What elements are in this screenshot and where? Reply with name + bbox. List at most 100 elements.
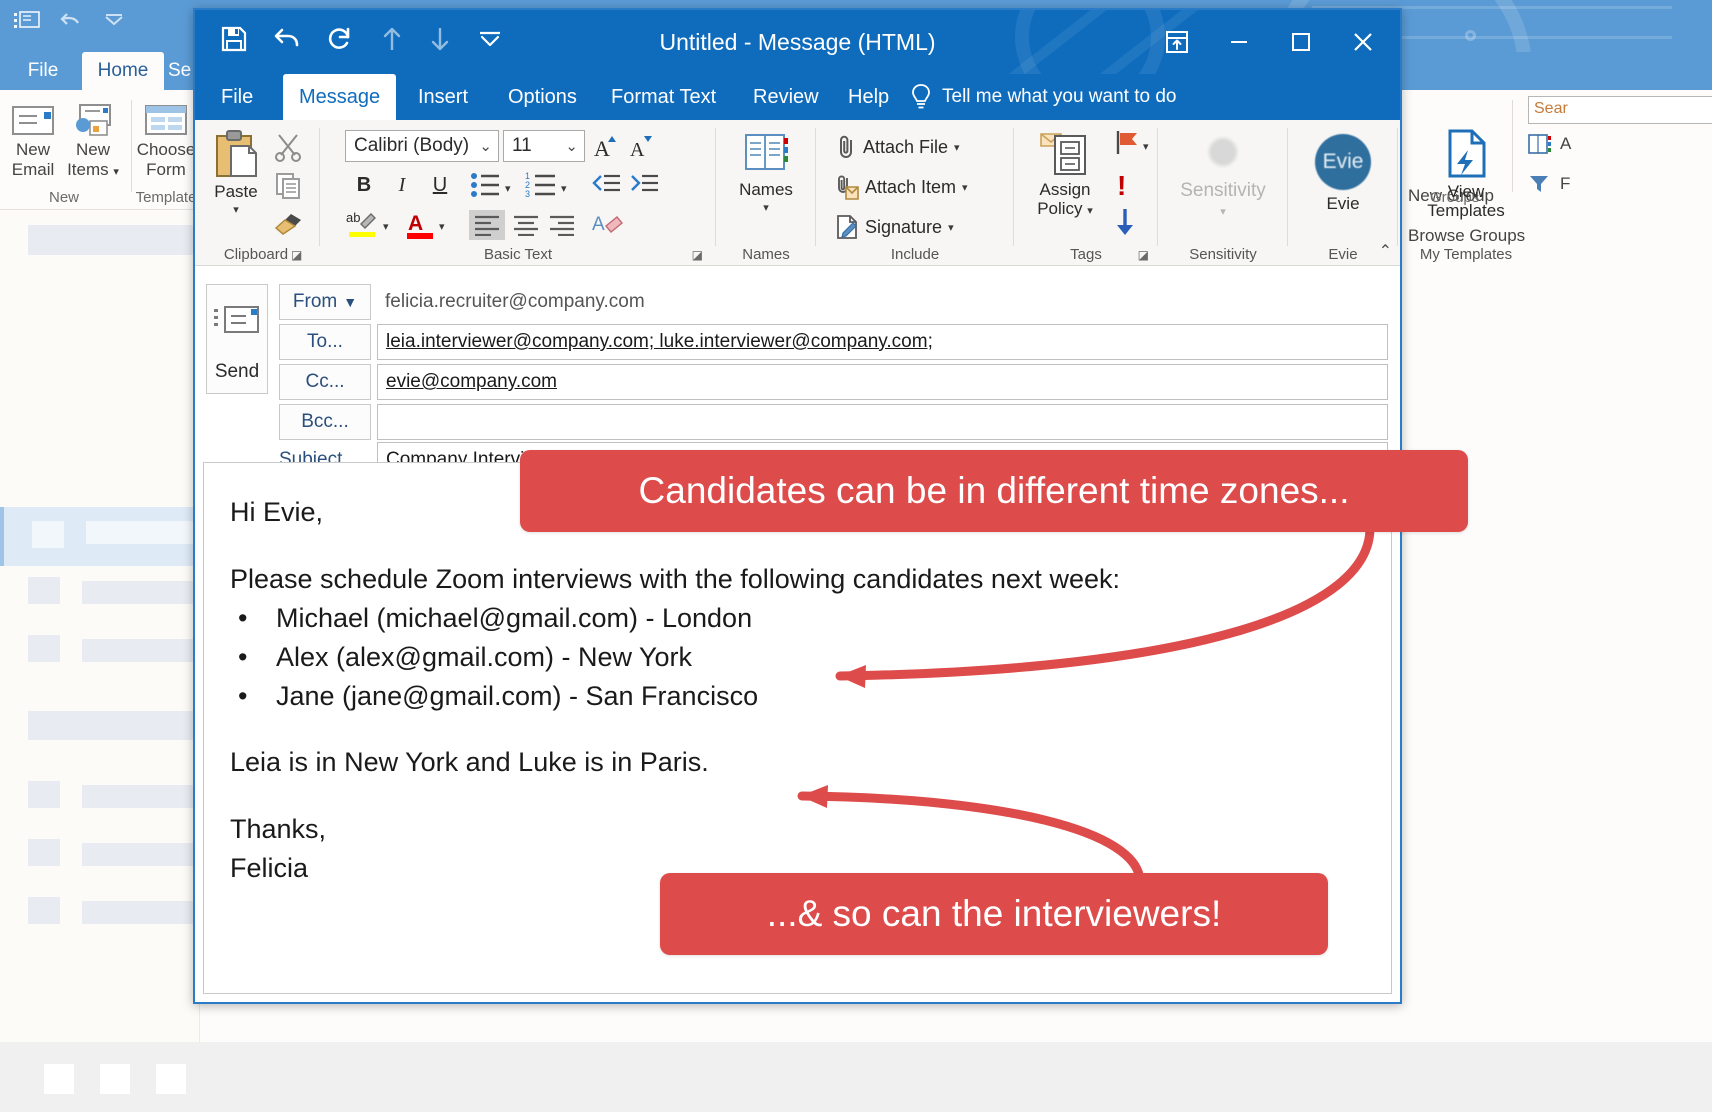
align-right-button[interactable] (549, 214, 575, 241)
attach-item-button[interactable]: Attach Item ▾ (835, 174, 968, 200)
tab-format-text[interactable]: Format Text (595, 74, 732, 120)
next-item-icon[interactable] (429, 26, 451, 57)
maximize-icon[interactable] (1270, 10, 1332, 74)
shrink-font-icon[interactable]: A (629, 132, 655, 165)
chevron-down-icon[interactable]: ▼ (343, 294, 357, 310)
paste-button[interactable]: Paste ▾ (203, 128, 269, 216)
svg-text:3: 3 (525, 189, 530, 198)
divider (815, 128, 816, 246)
bg-tab-home[interactable]: Home (82, 52, 164, 90)
address-book-icon (1528, 134, 1552, 154)
list-item[interactable] (28, 711, 196, 740)
minimize-icon[interactable] (1208, 10, 1270, 74)
close-icon[interactable] (1332, 10, 1394, 74)
tab-options[interactable]: Options (492, 74, 593, 120)
message-window-titlebar: Untitled - Message (HTML) (195, 10, 1400, 74)
bg-choose-form-button[interactable]: ChooseForm (134, 104, 198, 179)
tell-me-search[interactable]: Tell me what you want to do (910, 74, 1176, 120)
undo-icon[interactable] (60, 10, 84, 37)
tab-review[interactable]: Review (737, 74, 835, 120)
evie-button[interactable]: Evie Evie (1295, 134, 1391, 213)
search-input[interactable]: Sear (1528, 96, 1712, 124)
increase-indent-icon[interactable] (629, 172, 659, 201)
bcc-input[interactable] (377, 404, 1388, 440)
cut-icon[interactable] (273, 132, 303, 167)
signature-icon (835, 214, 859, 240)
evie-label: Evie (1295, 194, 1391, 213)
chevron-down-icon[interactable]: ▾ (203, 203, 269, 216)
numbering-icon[interactable]: 123 (525, 172, 557, 203)
nav-people-icon[interactable] (156, 1064, 186, 1094)
bold-button[interactable]: B (347, 170, 381, 200)
numbering-chevron-down-icon[interactable]: ▾ (561, 182, 567, 195)
bg-tab-file[interactable]: File (8, 52, 78, 90)
tab-message[interactable]: Message (283, 74, 396, 120)
bullets-chevron-down-icon[interactable]: ▾ (505, 182, 511, 195)
chevron-down-icon[interactable]: ▾ (723, 201, 809, 214)
chevron-down-icon[interactable]: ▾ (954, 141, 960, 154)
collapse-ribbon-icon[interactable]: ⌃ (1379, 241, 1392, 261)
font-color-icon[interactable]: A (405, 208, 435, 247)
dock-icon[interactable] (1146, 10, 1208, 74)
bg-new-email-button[interactable]: NewEmail (4, 104, 62, 179)
highlight-chevron-down-icon[interactable]: ▾ (383, 220, 389, 233)
clear-formatting-icon[interactable]: A (591, 210, 623, 245)
undo-icon[interactable] (273, 26, 301, 57)
nav-mail-icon[interactable] (44, 1064, 74, 1094)
bg-filter-row[interactable]: F (1528, 174, 1570, 194)
bcc-button[interactable]: Bcc... (279, 404, 371, 440)
text-highlight-icon[interactable]: ab (345, 208, 379, 247)
nav-calendar-icon[interactable] (100, 1064, 130, 1094)
flag-chevron-down-icon[interactable]: ▾ (1143, 140, 1149, 153)
list-item[interactable] (28, 225, 196, 255)
to-input[interactable]: leia.interviewer@company.com; luke.inter… (377, 324, 1388, 360)
bg-new-items-button[interactable]: NewItems ▾ (62, 104, 124, 179)
italic-button[interactable]: I (385, 170, 419, 200)
underline-button[interactable]: U (423, 170, 457, 200)
new-email-icon[interactable] (14, 10, 40, 37)
font-name-combobox[interactable]: Calibri (Body) ⌄ (345, 130, 499, 162)
attach-file-button[interactable]: Attach File ▾ (835, 134, 960, 160)
copy-icon[interactable] (275, 172, 303, 205)
align-left-button[interactable] (469, 210, 505, 240)
align-center-button[interactable] (513, 214, 539, 241)
tags-dialog-launcher[interactable]: ◪ (1138, 248, 1149, 262)
chevron-down-icon[interactable]: ▾ (1087, 205, 1093, 217)
to-button[interactable]: To... (279, 324, 371, 360)
background-message-list[interactable] (0, 211, 200, 1042)
signature-button[interactable]: Signature ▾ (835, 214, 954, 240)
previous-item-icon[interactable] (381, 26, 403, 57)
send-button[interactable]: Send (206, 284, 268, 394)
bg-address-book-row[interactable]: A (1528, 134, 1571, 154)
cc-button[interactable]: Cc... (279, 364, 371, 400)
low-importance-icon[interactable] (1113, 208, 1137, 243)
assign-policy-button[interactable]: AssignPolicy ▾ (1021, 130, 1109, 218)
save-icon[interactable] (221, 26, 247, 57)
tab-file[interactable]: File (205, 74, 269, 120)
customize-quick-access-icon[interactable] (477, 30, 503, 53)
list-item-avatar (28, 839, 60, 866)
high-importance-icon[interactable]: ! (1117, 172, 1126, 200)
customize-icon[interactable] (104, 14, 124, 33)
flag-icon[interactable] (1115, 130, 1141, 161)
decrease-indent-icon[interactable] (591, 172, 621, 201)
basic-text-dialog-launcher[interactable]: ◪ (692, 248, 703, 262)
redo-icon[interactable] (327, 26, 355, 57)
bullets-icon[interactable] (471, 172, 501, 203)
view-templates-button[interactable]: ViewTemplates (1407, 128, 1525, 220)
font-color-chevron-down-icon[interactable]: ▾ (439, 220, 445, 233)
cc-input[interactable]: evie@company.com (377, 364, 1388, 400)
chevron-down-icon[interactable]: ▾ (962, 181, 968, 194)
chevron-down-icon[interactable]: ▾ (948, 221, 954, 234)
list-item-selected[interactable] (0, 507, 200, 566)
clipboard-dialog-launcher[interactable]: ◪ (291, 248, 302, 262)
group-label-names: Names (719, 246, 813, 263)
tab-insert[interactable]: Insert (402, 74, 484, 120)
grow-font-icon[interactable]: A (593, 132, 619, 165)
format-painter-icon[interactable] (273, 212, 303, 243)
tab-help[interactable]: Help (832, 74, 905, 120)
chevron-down-icon[interactable]: ▾ (113, 166, 119, 178)
from-button[interactable]: From ▼ (279, 284, 371, 320)
names-button[interactable]: Names ▾ (723, 132, 809, 214)
font-size-combobox[interactable]: 11 ⌄ (503, 130, 585, 162)
